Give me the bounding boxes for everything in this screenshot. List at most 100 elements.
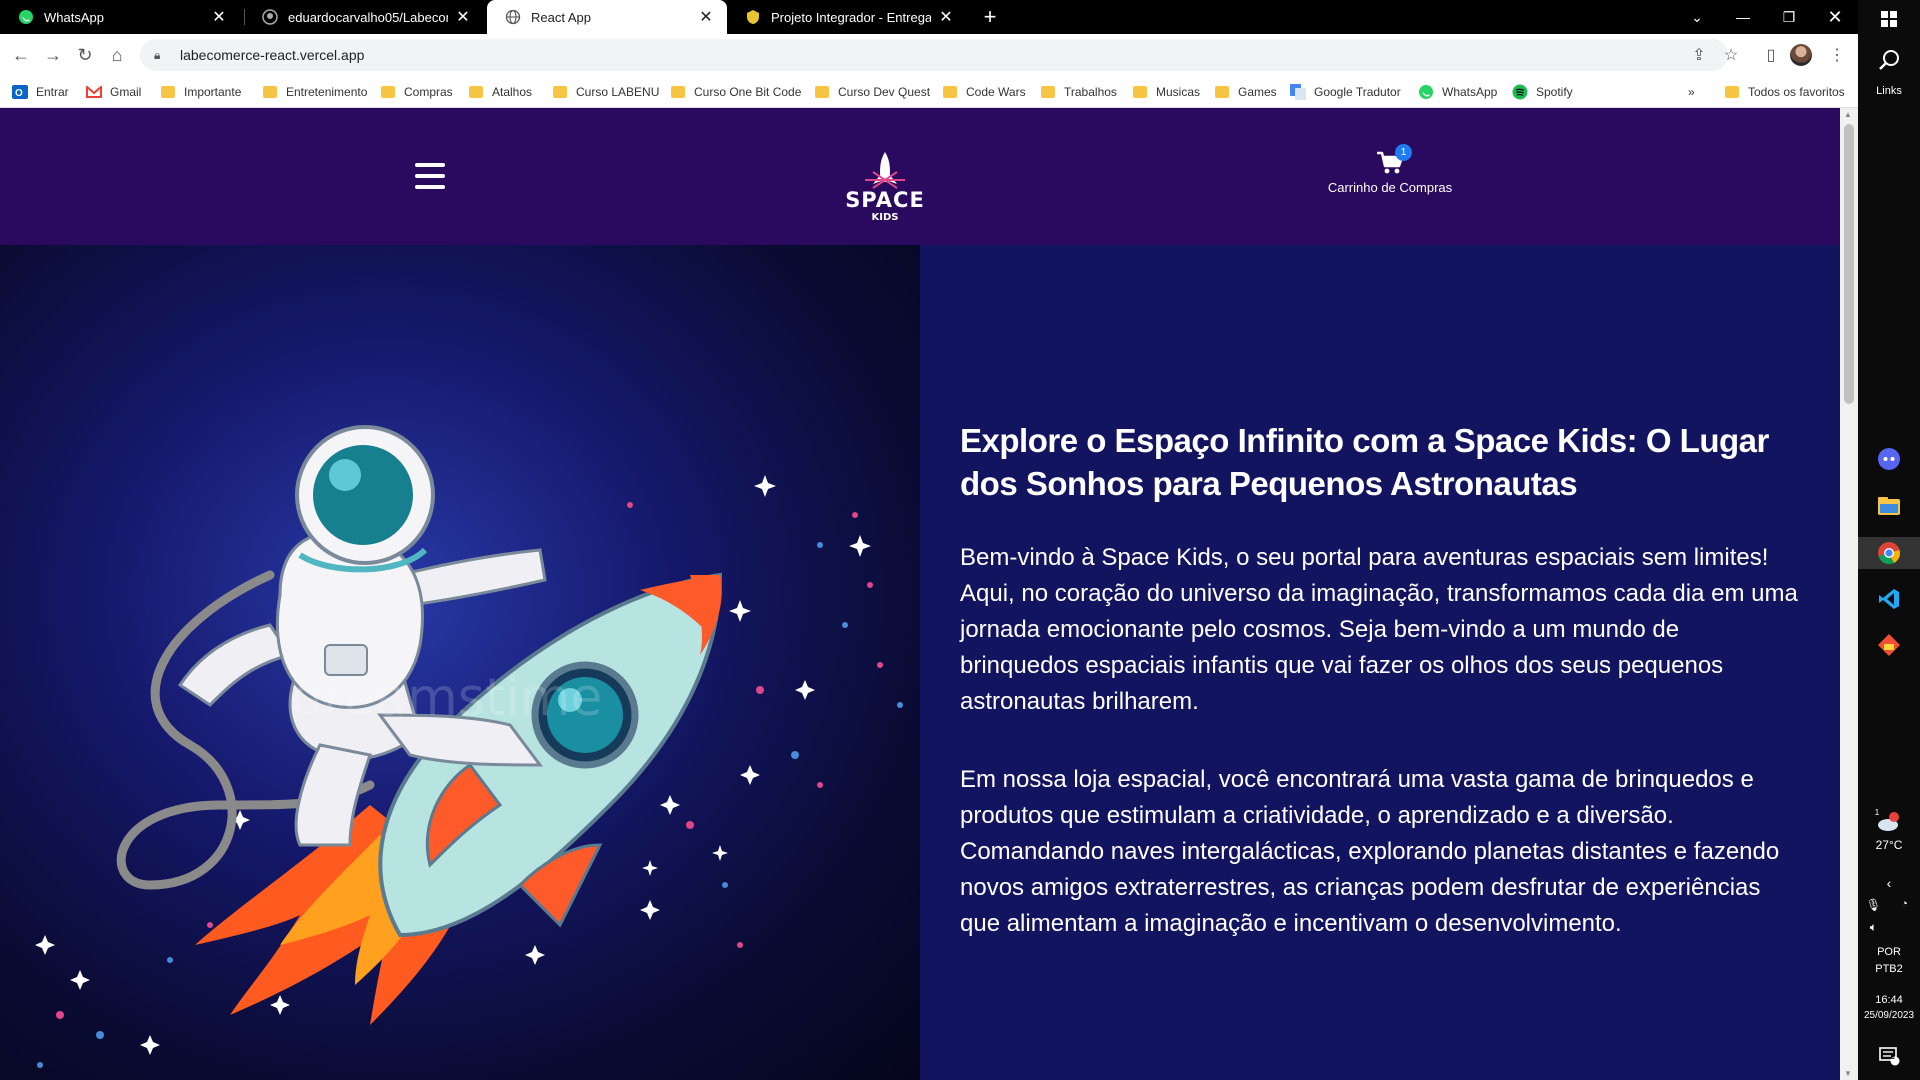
folder-icon <box>262 84 278 100</box>
bookmark-gmail[interactable]: Gmail <box>86 82 141 102</box>
close-tab-icon[interactable]: ✕ <box>454 7 472 27</box>
bookmark-star-icon[interactable]: ☆ <box>1718 42 1744 68</box>
speaker-icon[interactable]: 🔈︎ <box>1858 920 1889 935</box>
folder-icon <box>1214 84 1230 100</box>
bookmark-trabalhos[interactable]: Trabalhos <box>1040 82 1117 102</box>
weather-icon[interactable] <box>1858 810 1920 834</box>
windows-start-icon[interactable] <box>1858 8 1920 30</box>
forward-icon[interactable]: → <box>40 42 66 68</box>
bookmark-atalhos[interactable]: Atalhos <box>468 82 532 102</box>
hero-text-section: Explore o Espaço Infinito com a Space Ki… <box>920 245 1840 1080</box>
clock-time[interactable]: 16:44 <box>1858 994 1920 1006</box>
bookmark-label: Google Tradutor <box>1314 85 1401 99</box>
bookmark-entretenimento[interactable]: Entretenimento <box>262 82 367 102</box>
clock-date[interactable]: 25/09/2023 <box>1858 1010 1920 1021</box>
file-explorer-icon[interactable] <box>1858 493 1920 519</box>
shield-icon <box>745 9 761 25</box>
hero-paragraph-2: Em nossa loja espacial, você encontrará … <box>960 766 1780 937</box>
tab-search-icon[interactable]: ⌄ <box>1674 0 1720 34</box>
google-translate-icon <box>1290 84 1306 100</box>
scrollbar-thumb[interactable] <box>1844 124 1854 404</box>
bookmark-entrar[interactable]: O Entrar <box>12 82 69 102</box>
svg-text:O: O <box>15 88 23 99</box>
bookmarks-overflow-button[interactable]: » <box>1688 82 1695 102</box>
bookmark-importante[interactable]: Importante <box>160 82 241 102</box>
menu-icon[interactable]: ⋮ <box>1824 42 1850 68</box>
weather-badge: 1 <box>1874 808 1880 817</box>
bookmark-compras[interactable]: Compras <box>380 82 453 102</box>
tab-projeto-integrador[interactable]: Projeto Integrador - Entrega ✕ <box>727 0 967 34</box>
bookmark-label: Gmail <box>110 85 142 99</box>
bookmarks-bar: » Todos os favoritos O Entrar Gmail Importa… <box>0 76 1858 108</box>
close-tab-icon[interactable]: ✕ <box>937 7 955 27</box>
folder-icon <box>380 84 396 100</box>
language-indicator[interactable]: POR <box>1858 946 1920 958</box>
restore-button[interactable]: ❐ <box>1766 0 1812 34</box>
hero-paragraph-1: Bem-vindo à Space Kids, o seu portal par… <box>960 544 1798 715</box>
profile-avatar[interactable] <box>1790 44 1812 66</box>
back-icon[interactable]: ← <box>8 42 34 68</box>
bookmark-musicas[interactable]: Musicas <box>1132 82 1200 102</box>
bookmark-whatsapp[interactable]: WhatsApp <box>1418 82 1497 102</box>
close-tab-icon[interactable]: ✕ <box>210 7 228 27</box>
bookmark-spotify[interactable]: Spotify <box>1512 82 1573 102</box>
chrome-icon[interactable] <box>1858 537 1920 569</box>
tab-title: React App <box>531 9 591 25</box>
bookmark-curso-dev-quest[interactable]: Curso Dev Quest <box>814 82 930 102</box>
bookmark-label: Todos os favoritos <box>1748 85 1845 99</box>
microphone-icon[interactable]: 🎙︎ <box>1858 898 1889 912</box>
page-scrollbar[interactable]: ▲ ▼ <box>1840 108 1858 1080</box>
bookmark-label: Compras <box>404 85 453 99</box>
hero-title: Explore o Espaço Infinito com a Space Ki… <box>960 422 1769 502</box>
tab-github[interactable]: eduardocarvalho05/Labecommerce ✕ <box>244 0 484 34</box>
close-tab-icon[interactable]: ✕ <box>697 7 715 27</box>
outlook-icon: O <box>12 84 28 100</box>
folder-icon <box>1040 84 1056 100</box>
bookmark-code-wars[interactable]: Code Wars <box>942 82 1026 102</box>
astronaut-rocket-illustration: dreamstime <box>35 425 903 1068</box>
bookmark-label: WhatsApp <box>1442 85 1498 99</box>
home-icon[interactable]: ⌂ <box>104 42 130 68</box>
bookmark-curso-labenu[interactable]: Curso LABENU <box>552 82 659 102</box>
tab-title: eduardocarvalho05/Labecommerce <box>288 9 448 25</box>
bookmark-label: Entrar <box>36 85 69 99</box>
bookmark-label: Curso LABENU <box>576 85 660 99</box>
bookmark-label: Spotify <box>1536 85 1573 99</box>
bookmark-label: Code Wars <box>966 85 1026 99</box>
shopping-cart-button[interactable]: 1 Carrinho de Compras <box>1322 144 1458 195</box>
bookmark-label: Atalhos <box>492 85 533 99</box>
new-tab-button[interactable]: + <box>976 0 1004 34</box>
tab-whatsapp[interactable]: WhatsApp ✕ <box>0 0 240 34</box>
wifi-icon[interactable]: ◔ <box>1889 898 1920 910</box>
bookmark-google-tradutor[interactable]: Google Tradutor <box>1290 82 1401 102</box>
browser-toolbar: ← → ↻ ⌂ 🔒︎ labecomerce-react.vercel.app … <box>0 34 1858 76</box>
cart-label: Carrinho de Compras <box>1327 180 1453 195</box>
close-window-button[interactable]: ✕ <box>1812 0 1858 34</box>
show-hidden-icons-chevron-icon[interactable]: ‹ <box>1858 875 1920 891</box>
side-panel-icon[interactable]: ▯ <box>1758 42 1784 68</box>
github-icon <box>262 9 278 25</box>
bookmark-label: Entretenimento <box>286 85 368 99</box>
all-bookmarks-folder[interactable]: Todos os favoritos <box>1724 82 1845 102</box>
keyboard-layout-indicator[interactable]: PTB2 <box>1858 963 1920 975</box>
logo-subtext: KIDS <box>871 212 899 223</box>
bookmark-curso-one-bit-code[interactable]: Curso One Bit Code <box>670 82 801 102</box>
search-icon[interactable] <box>1858 48 1920 72</box>
bookmark-label: Curso Dev Quest <box>838 85 931 99</box>
git-app-icon[interactable] <box>1858 632 1920 658</box>
vscode-icon[interactable] <box>1858 586 1920 612</box>
address-bar[interactable]: 🔒︎ labecomerce-react.vercel.app <box>140 39 1728 71</box>
discord-icon[interactable] <box>1858 446 1920 472</box>
lock-icon: 🔒︎ <box>154 47 161 62</box>
tab-react-app[interactable]: React App ✕ <box>487 0 727 34</box>
globe-icon <box>505 9 521 25</box>
share-icon[interactable]: ⇪ <box>1686 42 1712 68</box>
hamburger-menu-icon[interactable] <box>415 163 445 189</box>
space-kids-logo[interactable]: SPACE KIDS <box>845 150 925 228</box>
bookmark-label: Trabalhos <box>1064 85 1117 99</box>
folder-icon <box>160 84 176 100</box>
reload-icon[interactable]: ↻ <box>72 42 98 68</box>
minimize-button[interactable]: — <box>1720 0 1766 34</box>
bookmark-games[interactable]: Games <box>1214 82 1277 102</box>
hero-image: dreamstime <box>0 245 920 1080</box>
